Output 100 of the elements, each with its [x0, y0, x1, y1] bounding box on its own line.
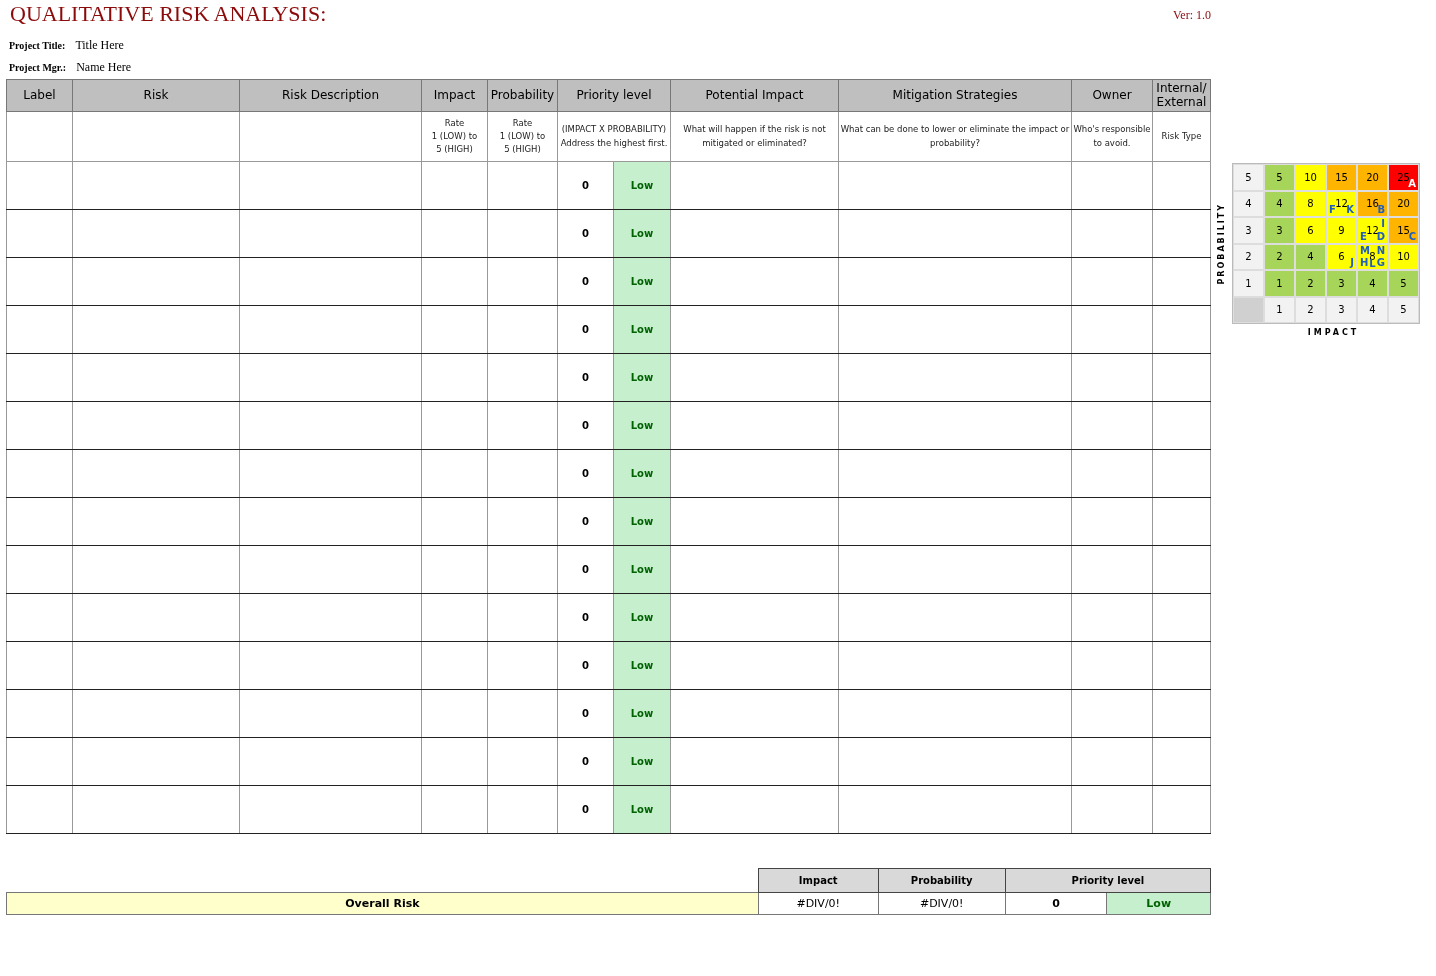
- matrix-cell: 8: [1295, 190, 1326, 217]
- risk-letter: K: [1346, 205, 1354, 215]
- column-header: Potential Impact: [670, 79, 839, 112]
- matrix-cell: 4: [1357, 270, 1388, 297]
- matrix-corner-cell: [1233, 296, 1264, 323]
- column-header: Owner: [1071, 79, 1153, 112]
- matrix-cell: 3: [1264, 217, 1295, 244]
- impact-value: 3: [1326, 296, 1357, 323]
- column-note: Rate 1 (LOW) to 5 (HIGH): [487, 111, 558, 162]
- priority-level-cell: Low: [613, 689, 671, 738]
- column-note: (IMPACT X PROBABILITY) Address the highest first.: [557, 111, 671, 162]
- matrix-cell: 9: [1326, 217, 1357, 244]
- priority-score: 0: [557, 689, 614, 738]
- priority-score: 0: [557, 209, 614, 258]
- column-header: Impact: [421, 79, 488, 112]
- priority-score: 0: [557, 161, 614, 210]
- impact-value: 5: [1388, 296, 1419, 323]
- priority-level-cell: Low: [613, 257, 671, 306]
- priority-level-cell: Low: [613, 449, 671, 498]
- impact-value: 2: [1295, 296, 1326, 323]
- risk-letter: F: [1329, 205, 1336, 215]
- risk-letter: J: [1350, 258, 1354, 268]
- summary-header: Priority level: [1005, 868, 1211, 893]
- matrix-cell: 15C: [1388, 217, 1419, 244]
- project-field-label: Project Title:: [9, 39, 66, 51]
- project-field-value: Title Here: [75, 37, 124, 53]
- column-note: Who's responsible to avoid.: [1071, 111, 1153, 162]
- matrix-cell: 2: [1264, 243, 1295, 270]
- report-title: QUALITATIVE RISK ANALYSIS:: [10, 1, 327, 27]
- priority-level-cell: Low: [613, 785, 671, 834]
- matrix-cell: 10: [1295, 164, 1326, 191]
- matrix-cell: 6 J: [1326, 243, 1357, 270]
- risk-letter: L: [1369, 259, 1376, 269]
- column-header: Label: [6, 79, 73, 112]
- matrix-cell: 1: [1264, 270, 1295, 297]
- risk-letter: C: [1408, 231, 1416, 242]
- summary-header: Impact: [758, 868, 879, 893]
- project-field-value: Name Here: [76, 59, 132, 75]
- matrix-cell: 4: [1295, 243, 1326, 270]
- priority-score: 0: [557, 449, 614, 498]
- overall-impact: #DIV/0!: [758, 892, 879, 915]
- column-header: Internal/ External: [1152, 79, 1211, 112]
- priority-level-cell: Low: [613, 737, 671, 786]
- column-note: Rate 1 (LOW) to 5 (HIGH): [421, 111, 488, 162]
- probability-axis-label: PROBABILITY: [1217, 202, 1226, 285]
- overall-risk-label: Overall Risk: [6, 892, 759, 915]
- priority-level-cell: Low: [613, 401, 671, 450]
- matrix-cell: 12 I E D: [1357, 217, 1388, 244]
- priority-score: 0: [557, 785, 614, 834]
- risk-letter: B: [1377, 205, 1385, 215]
- matrix-cell: 8 M N HLG: [1357, 243, 1388, 270]
- column-header: Probability: [487, 79, 558, 112]
- priority-level-cell: Low: [613, 209, 671, 258]
- matrix-cell: 10: [1388, 243, 1419, 270]
- matrix-cell: 4: [1264, 190, 1295, 217]
- priority-level-cell: Low: [613, 161, 671, 210]
- matrix-cell: 16B: [1357, 190, 1388, 217]
- column-header: Priority level: [557, 79, 671, 112]
- priority-score: 0: [557, 737, 614, 786]
- matrix-cell: 6: [1295, 217, 1326, 244]
- priority-score: 0: [557, 497, 614, 546]
- probability-value: 5: [1233, 164, 1264, 191]
- risk-letter: G: [1376, 258, 1385, 268]
- impact-axis-label: IMPACT: [1307, 328, 1360, 337]
- column-header: Risk: [72, 79, 240, 112]
- priority-score: 0: [557, 305, 614, 354]
- priority-score: 0: [557, 257, 614, 306]
- matrix-cell: 5: [1388, 270, 1419, 297]
- risk-letter: N: [1376, 245, 1385, 256]
- column-header: Risk Description: [239, 79, 422, 112]
- summary-header: Probability: [878, 868, 1006, 893]
- priority-score: 0: [557, 353, 614, 402]
- risk-letter: M: [1360, 245, 1370, 256]
- column-note: What can be done to lower or eliminate the impact or probability?: [838, 111, 1072, 162]
- priority-score: 0: [557, 545, 614, 594]
- matrix-cell: 25A: [1388, 164, 1419, 191]
- priority-level-cell: Low: [613, 305, 671, 354]
- risk-letter: H: [1360, 258, 1369, 268]
- risk-letter: I: [1381, 219, 1385, 229]
- matrix-cell: 5: [1264, 164, 1295, 191]
- matrix-cell: 12 F K: [1326, 190, 1357, 217]
- project-field-label: Project Mgr.:: [9, 61, 67, 73]
- matrix-cell: 20: [1388, 190, 1419, 217]
- matrix-cell: 20: [1357, 164, 1388, 191]
- matrix-cell: 3: [1326, 270, 1357, 297]
- priority-level-cell: Low: [613, 497, 671, 546]
- priority-score: 0: [557, 641, 614, 690]
- version-label: Ver: 1.0: [1173, 8, 1211, 23]
- probability-value: 3: [1233, 217, 1264, 244]
- priority-level-cell: Low: [613, 641, 671, 690]
- priority-level-cell: Low: [613, 545, 671, 594]
- priority-score: 0: [557, 593, 614, 642]
- priority-level-cell: Low: [613, 593, 671, 642]
- column-note: What will happen if the risk is not mitigated or eliminated?: [670, 111, 839, 162]
- column-note: Risk Type: [1152, 111, 1211, 162]
- probability-value: 4: [1233, 190, 1264, 217]
- priority-level-cell: Low: [613, 353, 671, 402]
- impact-value: 4: [1357, 296, 1388, 323]
- risk-letter: D: [1376, 231, 1385, 242]
- probability-value: 2: [1233, 243, 1264, 270]
